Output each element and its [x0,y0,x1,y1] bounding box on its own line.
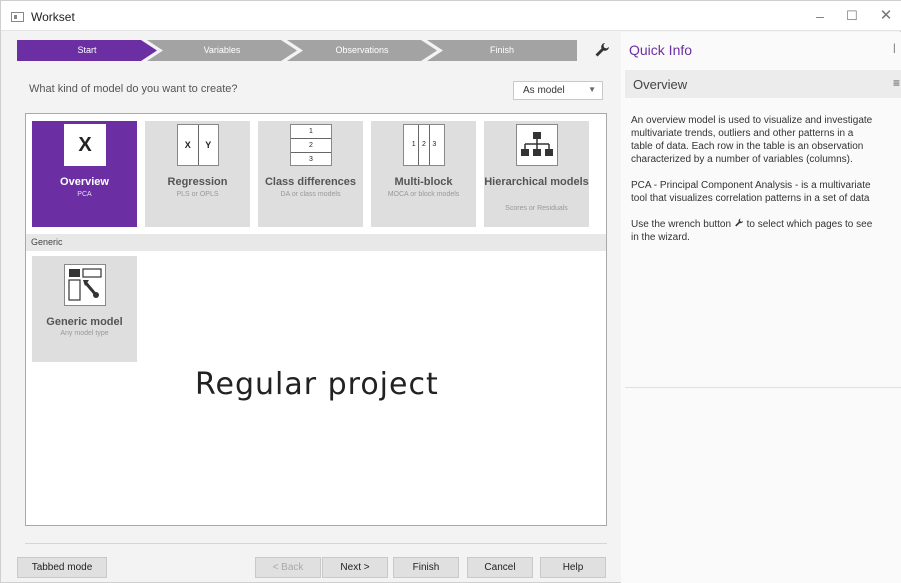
icon-cell: 2 [291,138,331,152]
model-tile-hierarchical[interactable]: Hierarchical models Scores or Residuals [484,121,589,227]
model-type-panel: X Overview PCA X Y Regression PLS or OPL… [25,113,607,526]
tile-subtitle: PLS or OPLS [176,191,219,198]
mode-select[interactable]: As model ▼ [513,81,603,100]
wrench-icon[interactable] [594,42,610,59]
icon-y-cell: Y [197,125,219,165]
text-line: characterized by a number of variables (… [631,154,853,165]
text-line: to select which pages to see [746,219,873,230]
quick-info-card-header: Overview ≡ [625,70,901,98]
window-title: Workset [31,10,75,24]
workset-window: Workset – ☐ ✕ Start Variables Observatio… [0,0,901,583]
quick-info-text: An overview model is used to visualize a… [631,114,901,257]
hierarchy-icon [516,124,558,166]
text-line: table of data. Each row in the table is … [631,141,864,152]
icon-cell: 2 [418,125,428,165]
regression-xy-icon: X Y [177,124,219,166]
overlay-caption: Regular project [195,367,439,402]
text-line: An overview model is used to visualize a… [631,115,873,126]
icon-cell: 3 [428,125,439,165]
model-tile-class-differences[interactable]: 1 2 3 Class differences DA or class mode… [258,121,363,227]
app-icon [11,12,24,22]
pane-divider [625,387,901,388]
multi-block-icon: 1 2 3 [403,124,445,166]
tile-title: Multi-block [394,176,453,188]
hamburger-icon[interactable]: ≡ [893,76,900,90]
next-button[interactable]: Next > [322,557,388,578]
tile-title: Hierarchical models [484,176,589,188]
minimize-button[interactable]: – [805,7,835,25]
overview-x-icon: X [64,124,106,166]
quick-info-paragraph: Use the wrench button to select which pa… [631,218,901,244]
wizard-steps: Start Variables Observations Finish [17,40,587,61]
quick-info-pane: Quick Info | Overview ≡ An overview mode… [621,32,901,583]
finish-button[interactable]: Finish [393,557,459,578]
wizard-pane: Start Variables Observations Finish What… [17,40,613,578]
quick-info-card-title: Overview [633,77,688,92]
mode-select-value: As model [523,85,565,96]
icon-cell: 3 [291,152,331,166]
quick-info-title: Quick Info [629,42,693,58]
tile-subtitle: MOCA or block models [387,191,460,198]
class-rows-icon: 1 2 3 [290,124,332,166]
title-bar: Workset – ☐ ✕ [1,1,901,31]
tile-subtitle: Scores or Residuals [505,205,568,212]
help-button[interactable]: Help [540,557,606,578]
pin-icon[interactable]: | [893,43,896,54]
tile-title: Regression [167,176,228,188]
generic-model-icon [64,264,106,306]
group-header-generic: Generic [26,234,606,251]
text-line: Use the wrench button [631,219,732,230]
tile-title: Class differences [264,176,357,188]
text-line: PCA - Principal Component Analysis - is … [631,180,871,191]
icon-x-cell: X [184,140,191,150]
icon-cell: 1 [309,128,313,135]
quick-info-paragraph: An overview model is used to visualize a… [631,114,901,166]
tile-subtitle: PCA [77,191,92,198]
quick-info-paragraph: PCA - Principal Component Analysis - is … [631,179,901,205]
tile-title: Overview [60,176,109,188]
close-button[interactable]: ✕ [871,7,901,25]
text-line: multivariate trends, outliers and other … [631,128,854,139]
group-label: Generic [31,237,63,247]
tile-subtitle: Any model type [60,330,109,337]
footer-divider [25,543,607,544]
model-tile-regression[interactable]: X Y Regression PLS or OPLS [145,121,250,227]
wrench-icon-inline [734,218,744,228]
step-finish[interactable]: Finish [427,40,577,61]
model-tile-overview[interactable]: X Overview PCA [32,121,137,227]
model-tile-generic[interactable]: Generic model Any model type [32,256,137,362]
chevron-down-icon: ▼ [588,85,596,94]
text-line: in the wizard. [631,232,690,243]
step-variables[interactable]: Variables [147,40,297,61]
maximize-button[interactable]: ☐ [837,7,867,25]
model-tile-multi-block[interactable]: 1 2 3 Multi-block MOCA or block models [371,121,476,227]
tabbed-mode-button[interactable]: Tabbed mode [17,557,107,578]
tile-title: Generic model [46,316,123,328]
back-button[interactable]: < Back [255,557,321,578]
step-start[interactable]: Start [17,40,157,61]
model-question: What kind of model do you want to create… [29,83,238,95]
cancel-button[interactable]: Cancel [467,557,533,578]
tile-subtitle: DA or class models [280,191,341,198]
text-line: tool that visualizes correlation pattern… [631,193,870,204]
icon-cell: 1 [411,141,416,148]
step-observations[interactable]: Observations [287,40,437,61]
